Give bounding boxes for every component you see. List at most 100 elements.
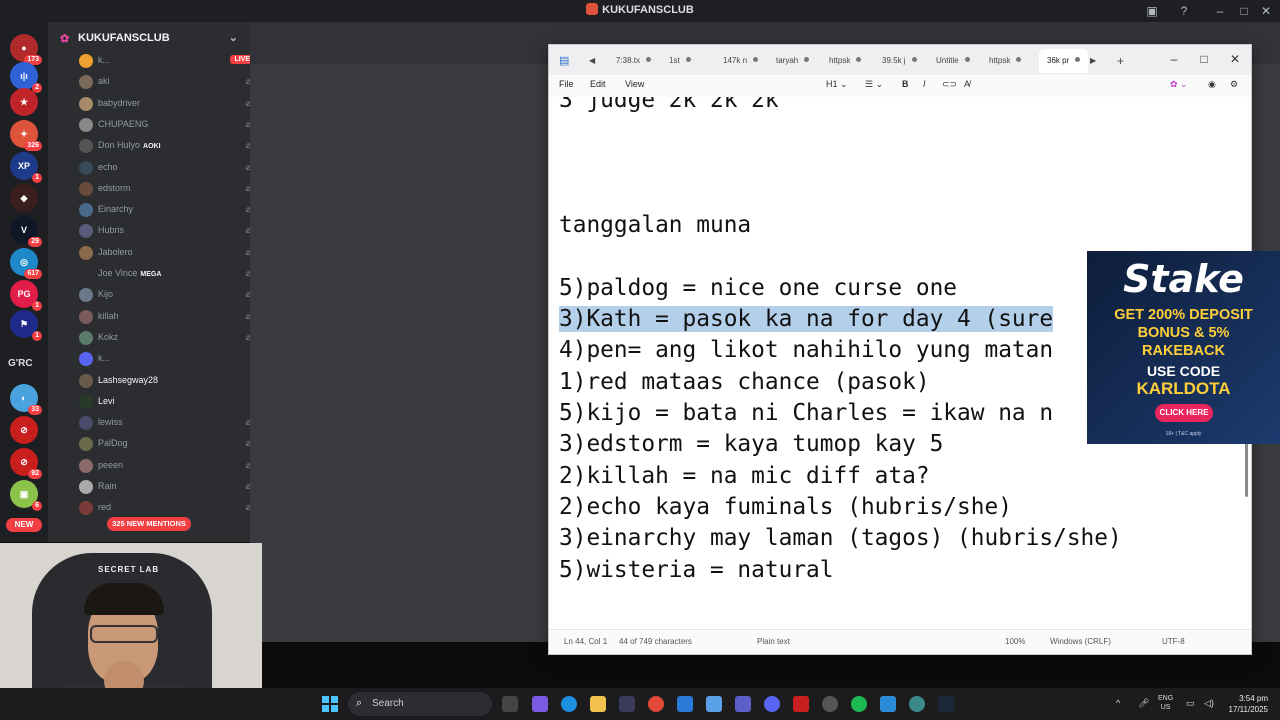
italic-icon[interactable]: I (923, 79, 926, 89)
tab[interactable]: Untitle (936, 49, 970, 73)
tab-modified-dot-icon[interactable] (1016, 57, 1022, 62)
language-indicator[interactable]: ENG US (1158, 694, 1173, 712)
discord-icon[interactable] (764, 696, 780, 712)
scroll-tabs-right-icon[interactable]: ▶ (1090, 49, 1096, 73)
tab[interactable]: 147k n (723, 49, 759, 73)
remote-desktop-icon[interactable] (706, 696, 722, 712)
server-icon[interactable]: ▣ 6 (10, 480, 42, 511)
notepad-close-button[interactable]: ✕ (1224, 49, 1246, 69)
taskbar-search[interactable]: ⌕ Search (348, 692, 492, 716)
account-icon[interactable]: ◉ (1208, 79, 1216, 90)
server-icon[interactable]: ⚑ 1 (10, 310, 42, 341)
tray-chevron-icon[interactable]: ^ (1116, 698, 1120, 708)
voice-member[interactable]: lewiss ⌀ (76, 413, 266, 433)
server-icon[interactable]: ◆ (10, 184, 38, 212)
menu-edit[interactable]: Edit (590, 79, 606, 89)
task-view-icon[interactable] (502, 696, 518, 712)
outlook-icon[interactable] (677, 696, 693, 712)
server-header[interactable]: ✿ KUKUFANSCLUB ⌄ (48, 22, 250, 52)
chevron-down-icon[interactable]: ⌄ (229, 31, 238, 44)
spotify-icon[interactable] (851, 696, 867, 712)
tab-modified-dot-icon[interactable] (646, 57, 652, 62)
server-icon[interactable]: ı|ı 2 (10, 62, 42, 93)
voice-member[interactable]: Lashsegway28 (76, 371, 266, 391)
voice-member[interactable]: babydriver ⌀ (76, 94, 266, 114)
voice-member[interactable]: k... LIVE (76, 51, 266, 71)
copilot-icon[interactable]: ✿ ⌄ (1170, 79, 1188, 90)
server-icon[interactable]: ★ (10, 88, 38, 116)
server-icon[interactable]: ◐ 33 (10, 384, 42, 415)
server-icon[interactable]: XP 1 (10, 152, 42, 183)
voice-member[interactable]: Jabolero ⌀ (76, 243, 266, 263)
tab-modified-dot-icon[interactable] (1075, 57, 1081, 62)
voice-member[interactable]: aki ⌀ (76, 72, 266, 92)
obs-icon[interactable] (822, 696, 838, 712)
voice-member[interactable]: Rain ⌀ (76, 477, 266, 497)
link-icon[interactable]: ⊂⊃ (942, 79, 957, 90)
tab-modified-dot-icon[interactable] (964, 57, 970, 62)
list-icon[interactable]: ☰ ⌄ (865, 79, 883, 90)
teams-icon[interactable] (735, 696, 751, 712)
voice-member[interactable]: Hubris ⌀ (76, 221, 266, 241)
edge-icon[interactable] (561, 696, 577, 712)
voice-member[interactable]: peeen ⌀ (76, 456, 266, 476)
new-mentions-pill[interactable]: 325 NEW MENTIONS (107, 517, 191, 531)
network-icon[interactable]: ▭ (1186, 698, 1195, 709)
tab-modified-dot-icon[interactable] (685, 57, 691, 62)
notepad-taskbar-icon[interactable] (880, 696, 896, 712)
settings-gear-icon[interactable]: ⚙ (1230, 79, 1238, 90)
voice-member[interactable]: CHUPAENG ⌀ (76, 115, 266, 135)
server-grc[interactable]: G'RC (8, 358, 40, 378)
new-unreads-pill[interactable]: NEW (6, 518, 42, 532)
tab[interactable]: 39.5k j (882, 49, 917, 73)
server-icon[interactable]: ✦ 326 (10, 120, 42, 151)
notepad-minimize-button[interactable]: – (1163, 49, 1185, 69)
bold-icon[interactable]: B (902, 79, 909, 89)
tab-active[interactable]: 36k pr (1039, 49, 1089, 73)
voice-member[interactable]: Levi (76, 392, 266, 412)
microphone-icon[interactable]: 🎤︎ (1138, 698, 1149, 709)
close-button[interactable]: ✕ (1258, 3, 1274, 19)
server-icon[interactable]: ⊘ (10, 416, 38, 444)
new-tab-button[interactable]: + (1117, 49, 1124, 73)
inbox-icon[interactable]: ▣ (1144, 3, 1160, 19)
taskbar-clock[interactable]: 3:54 pm 17/11/2025 (1222, 693, 1268, 715)
voice-member[interactable]: PalDog ⌀ (76, 434, 266, 454)
tab[interactable]: taryah (776, 49, 810, 73)
voice-member[interactable]: echo ⌀ (76, 158, 266, 178)
menu-file[interactable]: File (559, 79, 574, 89)
windows-start-icon[interactable] (322, 696, 338, 712)
stake-ad-banner[interactable]: Stake GET 200% DEPOSIT BONUS & 5% RAKEBA… (1087, 251, 1280, 444)
store-icon[interactable] (619, 696, 635, 712)
voice-member[interactable]: k... (76, 349, 266, 369)
file-explorer-icon[interactable] (590, 696, 606, 712)
tab-modified-dot-icon[interactable] (753, 57, 759, 62)
maximize-button[interactable]: □ (1236, 3, 1252, 19)
voice-member[interactable]: killah ⌀ (76, 307, 266, 327)
app-icon-globe[interactable] (909, 696, 925, 712)
voice-member[interactable]: Don Hulyo AOKI ⌀ (76, 136, 266, 156)
server-icon[interactable]: ● 173 (10, 34, 42, 65)
menu-view[interactable]: View (625, 79, 644, 89)
server-icon[interactable]: ⊘ 92 (10, 448, 42, 479)
notepad-maximize-button[interactable]: □ (1193, 49, 1215, 69)
server-icon[interactable]: ◎ 617 (10, 248, 42, 279)
tab[interactable]: httpsk (829, 49, 862, 73)
server-icon[interactable]: V 29 (10, 216, 42, 247)
voice-member[interactable]: Kokz ⌀ (76, 328, 266, 348)
tab-modified-dot-icon[interactable] (804, 57, 810, 62)
tab[interactable]: 1st (669, 49, 691, 73)
voice-member[interactable]: Einarchy ⌀ (76, 200, 266, 220)
vertical-scrollbar[interactable] (1245, 437, 1248, 497)
help-icon[interactable]: ? (1176, 3, 1192, 19)
server-icon[interactable]: PG 1 (10, 280, 42, 311)
voice-member[interactable]: edstorm ⌀ (76, 179, 266, 199)
voice-member[interactable]: red ⌀ (76, 498, 266, 518)
voice-member[interactable]: Joe Vince MEGA ⌀ (76, 264, 266, 284)
heading-dropdown[interactable]: H1 ⌄ (826, 79, 848, 90)
tab[interactable]: 7:38.tx (616, 49, 652, 73)
volume-icon[interactable]: ◁) (1204, 698, 1214, 709)
dota-icon[interactable] (793, 696, 809, 712)
clear-format-icon[interactable]: A̸ (964, 79, 970, 89)
tab[interactable]: httpsk (989, 49, 1022, 73)
